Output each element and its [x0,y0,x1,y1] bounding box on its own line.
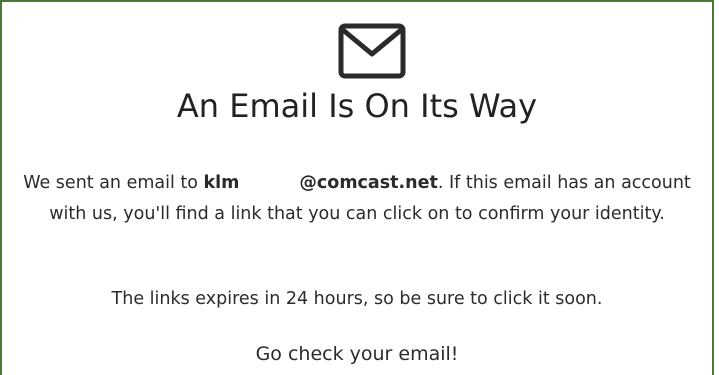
expiry-message: The links expires in 24 hours, so be sur… [111,289,603,309]
envelope-icon [338,23,406,79]
check-email-message: Go check your email! [255,343,459,365]
email-sent-panel: An Email Is On Its Way We sent an email … [0,0,714,375]
sent-message: We sent an email to klm @comcast.net. If … [12,168,702,230]
page-title: An Email Is On Its Way [176,87,538,125]
email-address-start: klm [203,173,240,193]
email-address-domain: @comcast.net [299,173,438,193]
sent-message-prefix: We sent an email to [23,173,204,193]
